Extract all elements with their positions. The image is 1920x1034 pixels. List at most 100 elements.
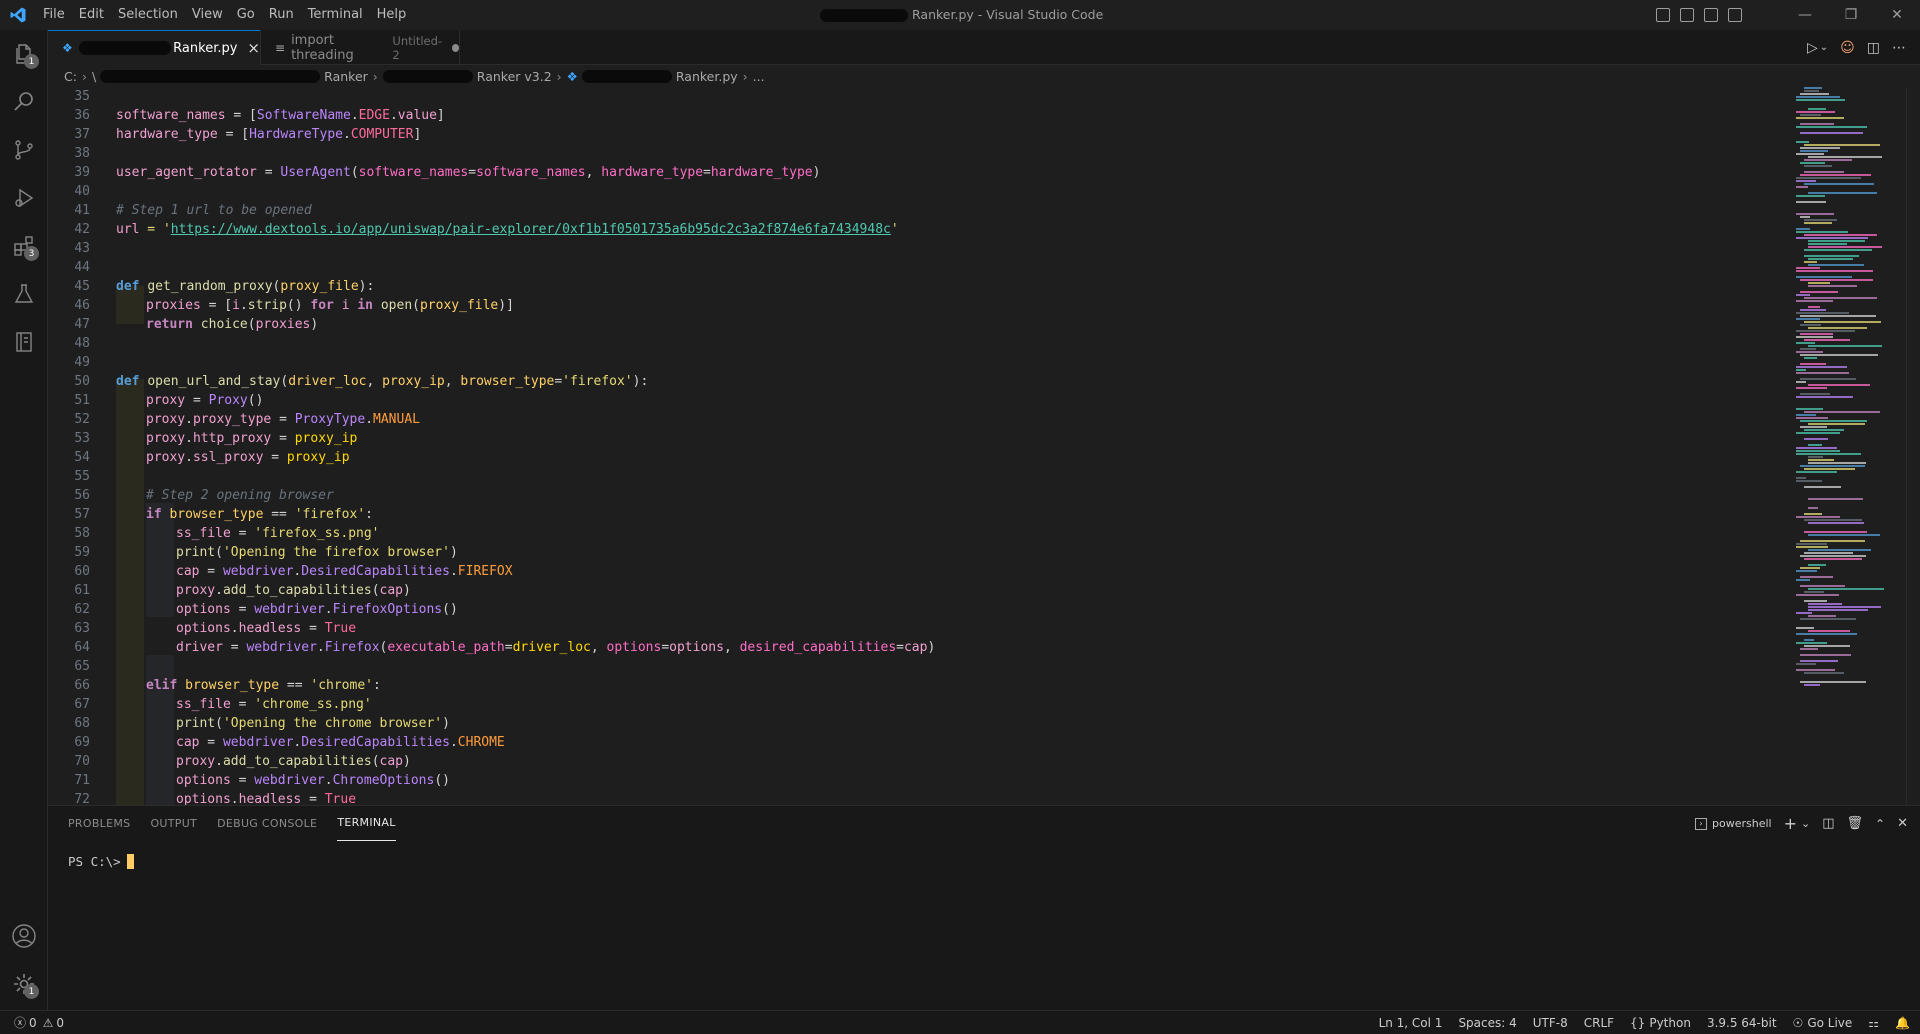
breadcrumb-file[interactable]: Ranker.py <box>676 69 738 84</box>
error-icon[interactable]: ⓧ <box>14 1014 26 1031</box>
minimap-line <box>1796 342 1815 344</box>
restore-button[interactable]: ❐ <box>1828 0 1874 30</box>
warning-icon[interactable]: ⚠ <box>43 1016 54 1030</box>
broadcast-icon[interactable]: ☉ <box>1793 1016 1804 1030</box>
braces-icon[interactable]: {} <box>1630 1016 1645 1030</box>
minimap-line <box>1800 150 1828 152</box>
code-editor[interactable]: 35 36 software_names = [SoftwareName.EDGE… <box>48 87 1920 805</box>
toggle-secondary-sidebar-icon[interactable] <box>1704 8 1718 22</box>
python-file-icon: ❖ <box>566 68 578 84</box>
tab-problems[interactable]: PROBLEMS <box>68 806 130 841</box>
minimap-line <box>1808 588 1884 590</box>
account-icon[interactable] <box>0 912 48 960</box>
end-of-line[interactable]: CRLF <box>1584 1016 1614 1030</box>
breadcrumb-ranker[interactable]: Ranker <box>324 69 368 84</box>
run-python-icon[interactable]: ▷ <box>1807 40 1818 56</box>
indentation[interactable]: Spaces: 4 <box>1458 1016 1516 1030</box>
minimap-line <box>1800 420 1867 422</box>
minimap-line <box>1800 681 1866 683</box>
minimap-line <box>1808 246 1882 248</box>
go-live-button[interactable]: Go Live <box>1807 1016 1852 1030</box>
kill-terminal-icon[interactable]: 🗑 <box>1847 816 1864 831</box>
menu-run[interactable]: Run <box>262 0 301 30</box>
close-panel-icon[interactable]: ✕ <box>1897 816 1908 831</box>
notebook-icon[interactable] <box>0 318 48 366</box>
file-encoding[interactable]: UTF-8 <box>1533 1016 1568 1030</box>
copilot-icon[interactable]: ☺ <box>1840 40 1855 56</box>
split-editor-icon[interactable]: ◫ <box>1867 40 1880 56</box>
toggle-sidebar-icon[interactable] <box>1656 8 1670 22</box>
minimap-line <box>1804 255 1859 257</box>
extensions-icon[interactable]: 3 <box>0 222 48 270</box>
tab-terminal[interactable]: TERMINAL <box>337 806 396 841</box>
minimap-line <box>1800 309 1826 311</box>
minimap[interactable] <box>1792 87 1902 805</box>
minimap-line <box>1800 216 1810 218</box>
terminal-output[interactable]: PS C:\> <box>68 854 134 869</box>
breadcrumb-symbol[interactable]: ... <box>753 69 765 84</box>
minimap-line <box>1796 516 1840 518</box>
menu-go[interactable]: Go <box>230 0 262 30</box>
cursor-position[interactable]: Ln 1, Col 1 <box>1379 1016 1443 1030</box>
code-line: 38 <box>74 146 90 161</box>
menu-terminal[interactable]: Terminal <box>301 0 370 30</box>
minimap-line <box>1804 486 1841 488</box>
tab-ranker-py[interactable]: ❖ Ranker.py × <box>48 30 260 65</box>
minimap-line <box>1808 456 1823 458</box>
unsaved-dot-icon[interactable] <box>452 43 459 52</box>
tab-output[interactable]: OUTPUT <box>150 806 197 841</box>
menu-selection[interactable]: Selection <box>111 0 185 30</box>
run-debug-icon[interactable] <box>0 174 48 222</box>
menu-file[interactable]: File <box>36 0 72 30</box>
breadcrumb-drive[interactable]: C: <box>64 69 77 84</box>
maximize-panel-icon[interactable]: ⌃ <box>1875 817 1885 831</box>
minimap-line <box>1808 459 1834 461</box>
code-line: 43 <box>74 241 90 256</box>
code-line: 50 def open_url_and_stay(driver_loc, prox… <box>74 374 649 389</box>
search-icon[interactable] <box>0 78 48 126</box>
status-bar: ⓧ 0 ⚠ 0 Ln 1, Col 1 Spaces: 4 UTF-8 CRLF… <box>0 1010 1920 1034</box>
minimap-line <box>1796 276 1852 278</box>
chevron-right-icon: › <box>556 68 562 84</box>
toggle-panel-icon[interactable] <box>1680 8 1694 22</box>
menu-edit[interactable]: Edit <box>72 0 111 30</box>
new-terminal-icon[interactable]: + <box>1784 814 1797 833</box>
breadcrumb-root[interactable]: \ <box>92 69 96 84</box>
split-terminal-icon[interactable]: ◫ <box>1822 816 1834 831</box>
code-line: 49 <box>74 355 90 370</box>
python-interpreter[interactable]: 3.9.5 64-bit <box>1707 1016 1777 1030</box>
run-dropdown-icon[interactable]: ⌄ <box>1820 42 1828 53</box>
customize-layout-icon[interactable] <box>1728 8 1742 22</box>
close-window-button[interactable]: ✕ <box>1874 0 1920 30</box>
url-link[interactable]: https://www.dextools.io/app/uniswap/pair… <box>171 222 891 237</box>
minimap-line <box>1796 642 1827 644</box>
language-mode[interactable]: Python <box>1649 1016 1691 1030</box>
minimap-line <box>1796 96 1840 98</box>
minimap-line <box>1800 378 1856 380</box>
minimap-line <box>1800 93 1829 95</box>
editor-scrollbar[interactable] <box>1906 87 1920 805</box>
menu-view[interactable]: View <box>185 0 230 30</box>
source-control-icon[interactable] <box>0 126 48 174</box>
error-count[interactable]: 0 <box>29 1016 37 1030</box>
testing-flask-icon[interactable] <box>0 270 48 318</box>
breadcrumb-ranker-v3[interactable]: Ranker v3.2 <box>477 69 552 84</box>
feedback-icon[interactable]: ⚏ <box>1868 1016 1879 1030</box>
manage-gear-icon[interactable]: 1 <box>0 960 48 1008</box>
warning-count[interactable]: 0 <box>56 1016 64 1030</box>
minimap-line <box>1796 450 1840 452</box>
code-line: 46 proxies = [i.strip() for i in open(pro… <box>74 298 514 313</box>
minimize-button[interactable]: — <box>1782 0 1828 30</box>
explorer-icon[interactable]: 1 <box>0 30 48 78</box>
notifications-bell-icon[interactable]: 🔔 <box>1895 1016 1910 1030</box>
terminal-dropdown-icon[interactable]: ⌄ <box>1801 817 1810 830</box>
tab-debug-console[interactable]: DEBUG CONSOLE <box>217 806 317 841</box>
terminal-shell-label[interactable]: powershell <box>1712 817 1772 830</box>
minimap-line <box>1796 318 1820 320</box>
minimap-line <box>1804 222 1832 224</box>
close-tab-icon[interactable]: × <box>247 39 260 57</box>
more-actions-icon[interactable]: ⋯ <box>1892 40 1906 56</box>
title-bar: File Edit Selection View Go Run Terminal… <box>0 0 1920 30</box>
menu-help[interactable]: Help <box>370 0 414 30</box>
tab-untitled-2[interactable]: ≡ import threading Untitled-2 <box>260 30 460 65</box>
